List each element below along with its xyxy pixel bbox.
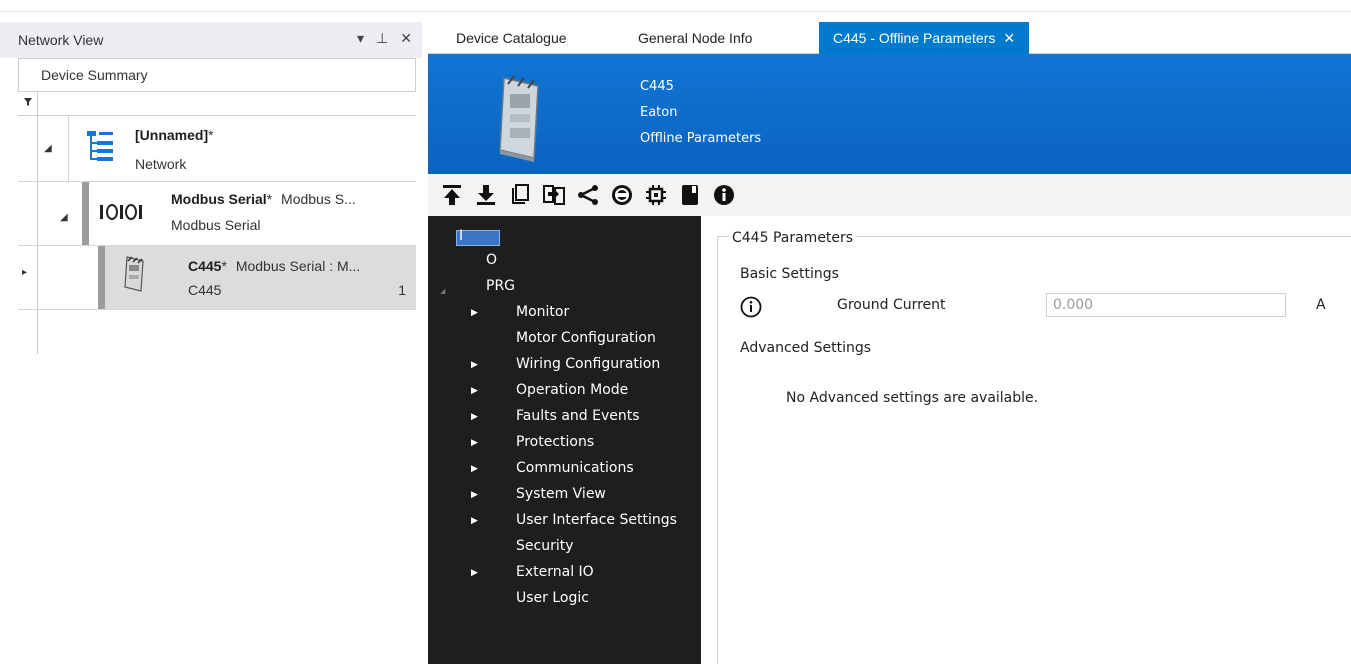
- groupbox-title: C445 Parameters: [729, 230, 857, 246]
- node-subtitle: Modbus Serial: [171, 217, 261, 233]
- expand-arrow-icon[interactable]: ▶: [471, 438, 478, 448]
- collapsed-arrow-icon[interactable]: ▸: [22, 267, 27, 278]
- expand-arrow-icon[interactable]: ◢: [44, 143, 52, 154]
- nav-item-user-interface-settings[interactable]: User Interface Settings: [516, 512, 677, 528]
- share-icon[interactable]: [576, 182, 600, 208]
- nav-item-prg[interactable]: PRG: [486, 278, 515, 294]
- funnel-icon[interactable]: [23, 97, 33, 110]
- tree-row-network[interactable]: ◢ [Unnamed]* Network: [18, 116, 416, 182]
- tab-general-node-info[interactable]: General Node Info: [624, 22, 766, 54]
- nav-item-communications[interactable]: Communications: [516, 460, 634, 476]
- tab-label: General Node Info: [638, 30, 753, 46]
- basic-settings-heading: Basic Settings: [740, 266, 839, 282]
- tab-device-catalogue[interactable]: Device Catalogue: [442, 22, 581, 54]
- nav-item-user-logic[interactable]: User Logic: [516, 590, 589, 606]
- copy-icon[interactable]: [508, 182, 532, 208]
- node-subtitle: C445: [188, 282, 222, 298]
- nav-item-security[interactable]: Security: [516, 538, 574, 554]
- column-header-label: Device Summary: [41, 67, 148, 83]
- close-icon[interactable]: ✕: [400, 30, 412, 47]
- serial-port-icon: [99, 202, 143, 225]
- node-extra: Modbus Serial : M...: [235, 258, 361, 274]
- nav-item-operation-mode[interactable]: Operation Mode: [516, 382, 628, 398]
- node-name: [Unnamed]: [135, 127, 209, 143]
- tab-label: Device Catalogue: [456, 30, 567, 46]
- parameter-area: C445 Parameters Basic Settings Ground Cu…: [701, 216, 1351, 664]
- modbus-node[interactable]: Modbus Serial* Modbus S... Modbus Serial: [89, 182, 416, 245]
- expand-arrow-icon[interactable]: ◢: [60, 212, 68, 223]
- ground-current-label: Ground Current: [837, 297, 946, 313]
- tab-label: C445 - Offline Parameters: [833, 30, 996, 46]
- nav-item-label: I: [459, 228, 464, 244]
- tree-row-c445[interactable]: ▸ C445* Modbus Serial : M... C445 1: [18, 246, 416, 310]
- compare-icon[interactable]: [542, 182, 566, 208]
- nav-item-system-view[interactable]: System View: [516, 486, 606, 502]
- device-info: C445 Eaton Offline Parameters: [640, 74, 761, 152]
- ground-current-input[interactable]: [1046, 293, 1286, 317]
- expand-arrow-icon[interactable]: ▶: [471, 568, 478, 578]
- advanced-settings-message: No Advanced settings are available.: [786, 390, 1039, 406]
- nav-item-monitor[interactable]: Monitor: [516, 304, 569, 320]
- dropdown-icon[interactable]: ▾: [357, 30, 364, 47]
- pin-icon[interactable]: ⊥: [376, 30, 388, 47]
- nav-item-i[interactable]: I: [456, 228, 500, 246]
- device-manufacturer: Eaton: [640, 105, 678, 120]
- ground-current-unit: A: [1316, 297, 1326, 313]
- node-name: Modbus Serial: [171, 191, 267, 207]
- column-header[interactable]: Device Summary: [18, 58, 416, 92]
- chip-icon[interactable]: [644, 182, 668, 208]
- download-icon[interactable]: [474, 182, 498, 208]
- nav-item-protections[interactable]: Protections: [516, 434, 594, 450]
- expand-arrow-icon[interactable]: ▶: [471, 412, 478, 422]
- expand-arrow-icon[interactable]: ▶: [471, 464, 478, 474]
- nav-item-faults-and-events[interactable]: Faults and Events: [516, 408, 640, 424]
- record-icon[interactable]: [610, 182, 634, 208]
- book-icon[interactable]: [678, 182, 702, 208]
- tree-row-modbus-serial[interactable]: ◢ Modbus Serial* Modbus S... Modbus Seri…: [18, 182, 416, 246]
- modified-star: *: [266, 191, 273, 207]
- parameter-nav-tree: I O ◢ PRG ▶ Monitor Motor Configuration …: [428, 216, 701, 664]
- expand-arrow-icon[interactable]: ▶: [471, 490, 478, 500]
- close-tab-icon[interactable]: ✕: [1003, 30, 1015, 46]
- expanded-arrow-icon[interactable]: ◢: [440, 287, 445, 295]
- network-tree-icon: [86, 130, 114, 167]
- node-subtitle: Network: [135, 156, 187, 172]
- hierarchy-bar: [82, 182, 89, 245]
- node-address: 1: [398, 282, 406, 298]
- upload-icon[interactable]: [440, 182, 464, 208]
- info-icon[interactable]: [712, 182, 736, 208]
- nav-item-o[interactable]: O: [486, 252, 497, 268]
- network-view-panel: Network View ▾ ⊥ ✕ Device Summary ◢ [Unn…: [0, 22, 422, 664]
- device-image: [494, 72, 544, 164]
- expand-arrow-icon[interactable]: ▶: [471, 360, 478, 370]
- tab-c445-offline-parameters[interactable]: C445 - Offline Parameters ✕: [819, 22, 1030, 54]
- node-extra: Modbus S...: [281, 191, 356, 207]
- expand-arrow-icon[interactable]: ▶: [471, 386, 478, 396]
- node-name: C445: [188, 258, 222, 274]
- title-strip: [0, 0, 1351, 12]
- network-node[interactable]: [Unnamed]* Network: [68, 116, 416, 181]
- modified-star: *: [221, 258, 227, 274]
- device-header: C445 Eaton Offline Parameters: [428, 54, 1351, 174]
- filter-row[interactable]: [18, 92, 416, 116]
- toolbar: [428, 174, 1351, 216]
- hierarchy-bar: [98, 246, 105, 309]
- nav-item-motor-configuration[interactable]: Motor Configuration: [516, 330, 656, 346]
- panel-controls: ▾ ⊥ ✕: [357, 30, 412, 47]
- c445-node[interactable]: C445* Modbus Serial : M... C445 1: [105, 246, 416, 309]
- modified-star: *: [208, 127, 214, 143]
- nav-item-wiring-configuration[interactable]: Wiring Configuration: [516, 356, 660, 372]
- info-circle-icon[interactable]: [740, 296, 762, 318]
- device-mode: Offline Parameters: [640, 131, 762, 146]
- expand-arrow-icon[interactable]: ▶: [471, 516, 478, 526]
- panel-title: Network View: [18, 32, 104, 48]
- device-icon: [119, 255, 149, 298]
- device-model: C445: [640, 79, 674, 94]
- advanced-settings-heading: Advanced Settings: [740, 340, 872, 356]
- document-tabs: Device Catalogue General Node Info C445 …: [428, 22, 1351, 54]
- nav-item-external-io[interactable]: External IO: [516, 564, 594, 580]
- expand-arrow-icon[interactable]: ▶: [471, 308, 478, 318]
- panel-header: Network View ▾ ⊥ ✕: [0, 22, 422, 58]
